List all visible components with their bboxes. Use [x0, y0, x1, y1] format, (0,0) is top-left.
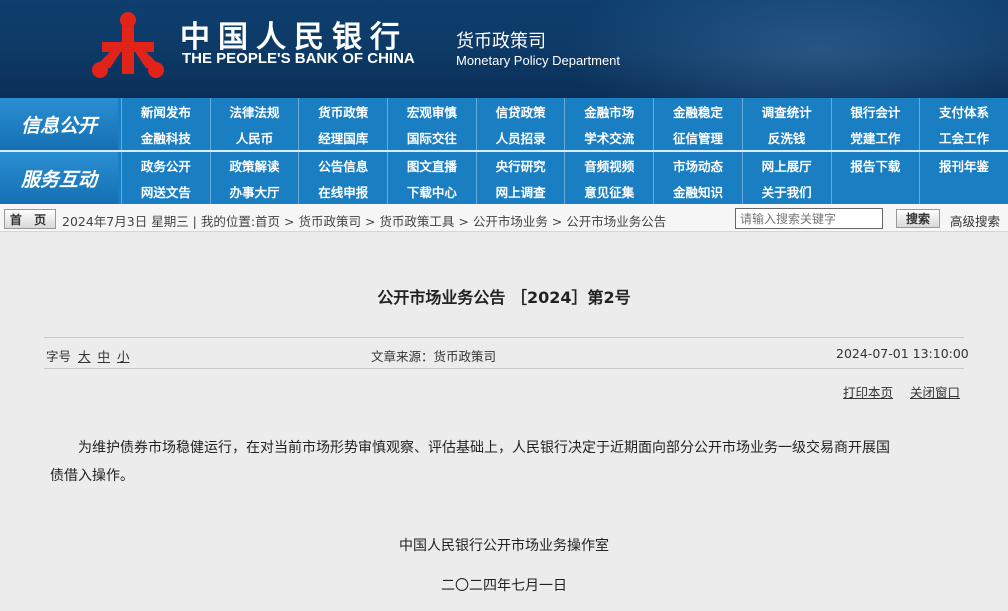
divider	[44, 368, 964, 369]
nav-item[interactable]: 金融科技	[121, 124, 210, 150]
nav-item[interactable]: 央行研究	[475, 152, 565, 178]
nav-item[interactable]: 政策解读	[209, 152, 299, 178]
bank-name-en: THE PEOPLE'S BANK OF CHINA	[182, 50, 415, 67]
advanced-search-link[interactable]: 高级搜索	[950, 211, 1000, 230]
nav-item[interactable]: 货币政策	[298, 98, 387, 124]
nav-item[interactable]: 法律法规	[209, 98, 299, 124]
publish-datetime: 2024-07-01 13:10:00	[836, 346, 969, 361]
font-size-small-link[interactable]: 小	[117, 349, 130, 364]
nav-group-info-disclosure: 新闻发布 法律法规 货币政策 宏观审慎 信贷政策 金融市场 金融稳定 调查统计 …	[121, 98, 1008, 150]
nav-item[interactable]: 办事大厅	[209, 178, 299, 204]
close-window-link[interactable]: 关闭窗口	[910, 382, 960, 401]
nav-item[interactable]: 反洗钱	[741, 124, 831, 150]
nav-item[interactable]: 关于我们	[741, 178, 831, 204]
issuer-signature: 中国人民银行公开市场业务操作室	[399, 538, 609, 554]
nav-item[interactable]: 网上展厅	[741, 152, 831, 178]
search-button[interactable]: 搜索	[896, 209, 940, 228]
nav-item[interactable]: 工会工作	[919, 124, 1008, 150]
article-body: 为维护债券市场稳健运行，在对当前市场形势审慎观察、评估基础上，人民银行决定于近期…	[50, 434, 958, 490]
nav-item[interactable]: 意见征集	[564, 178, 653, 204]
nav-group-label-service-interaction: 服务互动	[0, 152, 118, 204]
article-source: 文章来源：货币政策司	[371, 349, 497, 364]
nav-item[interactable]: 公告信息	[298, 152, 387, 178]
signature-date: 二〇二四年七月一日	[441, 578, 567, 594]
nav-item[interactable]: 人员招录	[475, 124, 565, 150]
nav-item[interactable]: 调查统计	[741, 98, 831, 124]
nav-item[interactable]: 学术交流	[564, 124, 653, 150]
nav-item[interactable]: 新闻发布	[121, 98, 210, 124]
nav-item[interactable]: 金融稳定	[653, 98, 742, 124]
nav-item[interactable]: 支付体系	[919, 98, 1008, 124]
department-name-cn: 货币政策司	[456, 31, 546, 52]
nav-item[interactable]: 网上调查	[475, 178, 565, 204]
nav-item[interactable]: 人民币	[209, 124, 299, 150]
department-name-en: Monetary Policy Department	[456, 53, 621, 68]
nav-item[interactable]: 报刊年鉴	[919, 152, 1008, 178]
nav-item-empty	[830, 178, 920, 204]
nav-item[interactable]: 图文直播	[387, 152, 476, 178]
nav-group-label-info-disclosure: 信息公开	[0, 98, 118, 150]
home-button[interactable]: 首 页	[4, 209, 56, 229]
search-input[interactable]	[735, 208, 883, 229]
nav-item[interactable]: 宏观审慎	[387, 98, 476, 124]
font-size-medium-link[interactable]: 中	[98, 349, 111, 364]
banner-glow	[560, 0, 1008, 98]
page-title: 公开市场业务公告 ［2024］第2号	[377, 288, 631, 307]
print-page-link[interactable]: 打印本页	[843, 382, 893, 401]
nav-item[interactable]: 报告下载	[830, 152, 920, 178]
nav-item[interactable]: 音频视频	[564, 152, 653, 178]
main-navigation: 信息公开 新闻发布 法律法规 货币政策 宏观审慎 信贷政策 金融市场 金融稳定 …	[0, 98, 1008, 204]
font-size-switcher: 字号 大 中 小	[46, 346, 130, 365]
nav-item[interactable]: 党建工作	[830, 124, 920, 150]
breadcrumb[interactable]: 2024年7月3日 星期三 | 我的位置:首页 > 货币政策司 > 货币政策工具…	[62, 211, 666, 230]
nav-item[interactable]: 在线申报	[298, 178, 387, 204]
nav-item[interactable]: 国际交往	[387, 124, 476, 150]
nav-group-service-interaction: 政务公开 政策解读 公告信息 图文直播 央行研究 音频视频 市场动态 网上展厅 …	[121, 152, 1008, 204]
nav-item[interactable]: 金融知识	[653, 178, 742, 204]
breadcrumb-bar: 首 页 2024年7月3日 星期三 | 我的位置:首页 > 货币政策司 > 货币…	[0, 204, 1008, 232]
article-paragraph-line: 债借入操作。	[50, 468, 134, 484]
nav-item[interactable]: 网送文告	[121, 178, 210, 204]
nav-item[interactable]: 下载中心	[387, 178, 476, 204]
nav-item[interactable]: 经理国库	[298, 124, 387, 150]
nav-item[interactable]: 市场动态	[653, 152, 742, 178]
pboc-logo-icon[interactable]	[88, 8, 168, 82]
divider	[44, 337, 964, 338]
nav-item[interactable]: 征信管理	[653, 124, 742, 150]
header-banner: 中国人民银行 THE PEOPLE'S BANK OF CHINA 货币政策司 …	[0, 0, 1008, 98]
nav-item-empty	[919, 178, 1008, 204]
nav-item[interactable]: 金融市场	[564, 98, 653, 124]
font-size-large-link[interactable]: 大	[78, 349, 91, 364]
nav-item[interactable]: 政务公开	[121, 152, 210, 178]
nav-item[interactable]: 信贷政策	[475, 98, 565, 124]
nav-item[interactable]: 银行会计	[830, 98, 920, 124]
font-size-label: 字号	[46, 349, 72, 364]
article-paragraph-line: 为维护债券市场稳健运行，在对当前市场形势审慎观察、评估基础上，人民银行决定于近期…	[78, 440, 890, 456]
